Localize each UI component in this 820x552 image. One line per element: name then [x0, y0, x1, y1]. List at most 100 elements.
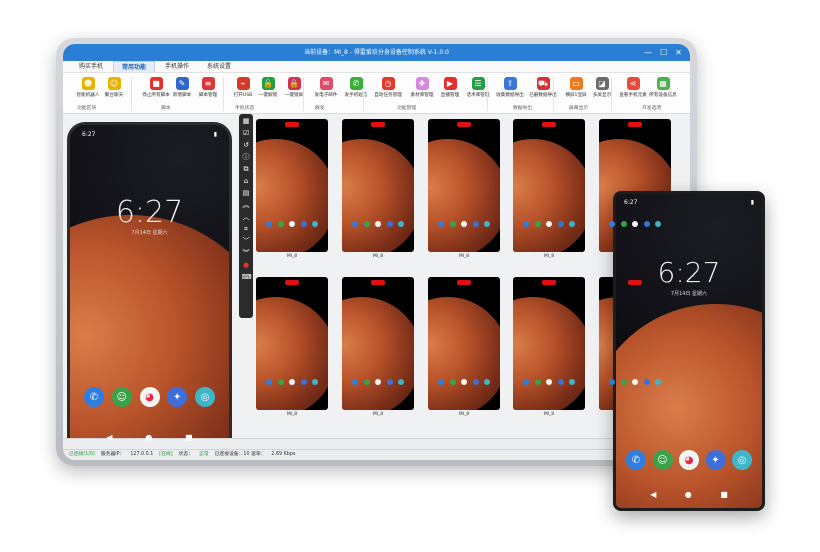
tab-common-functions[interactable]: 常用功能 — [113, 61, 156, 72]
ribbon-button-label: 所有设备信息 — [649, 93, 677, 98]
tab-phone-operations[interactable]: 手机操作 — [157, 61, 197, 72]
ribbon-button-10[interactable]: ◷ 自动任务管理 — [373, 77, 403, 98]
device-status-badge — [542, 280, 556, 285]
phone-app-icon[interactable]: ✆ — [626, 450, 646, 470]
ribbon-divider — [303, 77, 304, 111]
device-name-label: MI_8 — [372, 412, 384, 417]
mini-app-icon — [398, 221, 404, 227]
back-icon[interactable]: ◀ — [650, 490, 656, 499]
mini-app-icon — [523, 379, 529, 385]
ribbon-button-9[interactable]: ✆ 发手机短信 — [341, 77, 371, 98]
planet-wallpaper — [513, 139, 585, 252]
lock-icon: 🔒 — [287, 77, 301, 90]
edit-icon: ✎ — [175, 77, 189, 90]
ribbon-button-17[interactable]: ◪ 多屏显示 — [587, 77, 617, 98]
message-icon[interactable]: ▤ — [242, 189, 251, 198]
ribbon-button-8[interactable]: ✉ 发电子邮件 — [311, 77, 341, 98]
phone-app-icon[interactable]: ✆ — [84, 387, 104, 407]
history-icon[interactable]: ↺ — [242, 141, 251, 150]
ribbon-group-label: 功能管理 — [397, 106, 417, 111]
gallery-app-icon[interactable]: ◕ — [679, 450, 699, 470]
home-button-icon[interactable]: ● — [145, 433, 152, 442]
mini-app-icon — [300, 379, 307, 385]
minimize-button[interactable]: — — [644, 44, 652, 61]
down-icon[interactable]: ﹀ — [242, 237, 251, 246]
device-thumbnail[interactable]: MI_8 — [256, 119, 328, 259]
state-value: 正常 — [199, 452, 209, 457]
multiscreen-icon: ◪ — [595, 77, 609, 90]
close-button[interactable]: ✕ — [675, 44, 682, 61]
ribbon-group-label: 功能区块 — [77, 106, 97, 111]
ribbon-button-7[interactable]: 🔒 一键锁屏 — [279, 77, 309, 98]
mini-app-icon — [375, 379, 381, 385]
task-icon: ◷ — [381, 77, 395, 90]
ribbon-group-label: 脚本 — [161, 106, 171, 111]
ribbon-button-19[interactable]: ▦ 所有设备信息 — [648, 77, 678, 98]
copy-icon[interactable]: ⧉ — [242, 165, 251, 174]
ribbon-button-13[interactable]: ☰ 话术库管理 — [463, 77, 493, 98]
mini-app-icon — [461, 221, 467, 227]
ribbon-button-label: 聚台聊天 — [104, 93, 124, 98]
home-icon[interactable]: ⌂ — [242, 177, 251, 186]
tab-system-settings[interactable]: 系统设置 — [199, 61, 239, 72]
maximize-button[interactable]: ☐ — [660, 44, 667, 61]
crop-icon[interactable]: ⌗ — [242, 225, 251, 234]
ribbon-button-label: 多屏显示 — [592, 93, 612, 98]
ribbon-group-label: 手机状态 — [235, 106, 255, 111]
ribbon-button-12[interactable]: ▶ 直播管理 — [435, 77, 465, 98]
device-status-badge — [457, 122, 471, 127]
mini-app-icon — [655, 379, 661, 385]
device-thumbnail[interactable]: MI_8 — [342, 277, 414, 417]
mini-app-icon — [534, 379, 541, 385]
mini-app-icon — [472, 221, 479, 227]
camera-app-icon[interactable]: ◎ — [195, 387, 215, 407]
apps-icon[interactable]: ▦ — [242, 117, 251, 126]
planet-wallpaper — [342, 139, 414, 252]
device-thumbnail[interactable]: MI_8 — [256, 277, 328, 417]
ribbon-button-11[interactable]: ❖ 素材库管理 — [407, 77, 437, 98]
tab-buy-phone[interactable]: 购买手机 — [71, 61, 111, 72]
mini-dock — [609, 379, 661, 385]
ribbon-button-4[interactable]: ≡ 脚本管理 — [193, 77, 223, 98]
gallery-app-icon[interactable]: ◕ — [139, 387, 160, 407]
device-thumbnail[interactable]: MI_8 — [428, 277, 500, 417]
ribbon-group-label: 开发选项 — [642, 106, 662, 111]
mini-dock — [609, 221, 661, 227]
info-icon[interactable]: ⓘ — [242, 153, 251, 162]
double-up-icon[interactable]: ︽ — [242, 201, 251, 210]
checkbox-icon[interactable]: ☑ — [242, 129, 251, 138]
device-name-label: MI_8 — [286, 254, 298, 259]
keyboard-icon[interactable]: ⌨ — [242, 273, 252, 282]
tablet-device: 当前设备：MI_8 - 得雷爱玖分身设备控制系统 V-1.0.0 — ☐ ✕ 购… — [56, 38, 697, 466]
lockscreen-date: 7月14日 星期六 — [670, 291, 708, 297]
planet-wallpaper — [256, 139, 328, 252]
browser-app-icon[interactable]: ✦ — [705, 450, 726, 470]
record-icon[interactable]: ● — [242, 261, 251, 270]
back-icon[interactable]: ◀ — [106, 433, 112, 442]
device-status-badge — [457, 280, 471, 285]
device-thumbnail[interactable]: MI_8 — [342, 119, 414, 259]
recents-icon[interactable]: ■ — [185, 433, 193, 442]
browser-app-icon[interactable]: ✦ — [167, 387, 188, 407]
main-phone-screen[interactable]: 6:27 ▮ 6:27 7月14日 星期六 ✆ ☺ ◕ ✦ ◎ ◀ ● ■ — [67, 122, 232, 459]
device-name-label: MI_8 — [458, 412, 470, 417]
mini-app-icon — [438, 221, 444, 227]
device-thumbnail[interactable]: MI_8 — [513, 277, 585, 417]
planet-wallpaper — [513, 297, 585, 410]
camera-app-icon[interactable]: ◎ — [732, 450, 752, 470]
recents-icon[interactable]: ■ — [720, 490, 728, 499]
mini-dock — [523, 221, 575, 227]
ribbon-divider — [363, 77, 364, 111]
planet-wallpaper — [428, 139, 500, 252]
double-down-icon[interactable]: ︾ — [242, 249, 251, 258]
up-icon[interactable]: ︿ — [242, 213, 251, 222]
ribbon-button-18[interactable]: ⋖ 查看手机元素 — [618, 77, 648, 98]
ribbon-button-14[interactable]: ⇪ 收集数据导出 — [495, 77, 525, 98]
device-thumbnail[interactable]: MI_8 — [513, 119, 585, 259]
contacts-app-icon[interactable]: ☺ — [652, 450, 673, 470]
device-thumbnail[interactable]: MI_8 — [428, 119, 500, 259]
home-button-icon[interactable]: ● — [685, 490, 692, 499]
planet-wallpaper — [616, 304, 762, 508]
ribbon-button-1[interactable]: ☺ 聚台聊天 — [99, 77, 129, 98]
contacts-app-icon[interactable]: ☺ — [111, 387, 132, 407]
